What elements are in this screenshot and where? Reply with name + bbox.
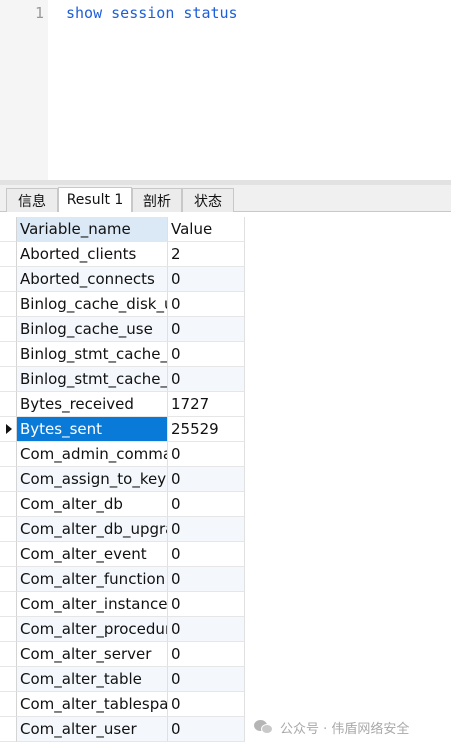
sql-query-text[interactable]: show session status bbox=[66, 4, 238, 22]
row-selector[interactable] bbox=[0, 292, 17, 317]
table-row[interactable]: Binlog_stmt_cache_disk_use0 bbox=[0, 342, 245, 367]
cell-variable-name[interactable]: Com_alter_db bbox=[17, 492, 168, 517]
row-selector[interactable] bbox=[0, 592, 17, 617]
cell-variable-name[interactable]: Binlog_stmt_cache_use bbox=[17, 367, 168, 392]
current-row-pointer-icon bbox=[6, 424, 12, 434]
cell-value[interactable]: 0 bbox=[168, 542, 245, 567]
tab-profile[interactable]: 剖析 bbox=[132, 188, 182, 212]
cell-variable-name[interactable]: Bytes_sent bbox=[17, 417, 168, 442]
row-selector[interactable] bbox=[0, 717, 17, 742]
row-selector[interactable] bbox=[0, 617, 17, 642]
table-row[interactable]: Aborted_connects 0 bbox=[0, 267, 245, 292]
row-selector[interactable] bbox=[0, 367, 17, 392]
cell-value[interactable]: 0 bbox=[168, 592, 245, 617]
cell-value[interactable]: 0 bbox=[168, 642, 245, 667]
cell-value[interactable]: 0 bbox=[168, 367, 245, 392]
row-selector[interactable] bbox=[0, 317, 17, 342]
cell-value[interactable]: 0 bbox=[168, 567, 245, 592]
table-row[interactable]: Com_alter_procedure 0 bbox=[0, 617, 245, 642]
table-row[interactable]: Com_alter_instance 0 bbox=[0, 592, 245, 617]
table-row[interactable]: Com_alter_function 0 bbox=[0, 567, 245, 592]
cell-variable-name[interactable]: Binlog_stmt_cache_disk_use bbox=[17, 342, 168, 367]
table-row[interactable]: Binlog_cache_disk_use0 bbox=[0, 292, 245, 317]
row-selector[interactable] bbox=[0, 542, 17, 567]
cell-value[interactable]: 1727 bbox=[168, 392, 245, 417]
row-selector[interactable] bbox=[0, 467, 17, 492]
row-selector[interactable] bbox=[0, 492, 17, 517]
row-selector[interactable] bbox=[0, 442, 17, 467]
cell-value[interactable]: 0 bbox=[168, 342, 245, 367]
cell-value[interactable]: 0 bbox=[168, 467, 245, 492]
row-selector[interactable] bbox=[0, 242, 17, 267]
watermark: 公众号 · 伟盾网络安全 bbox=[254, 716, 409, 738]
table-row[interactable]: Com_alter_event 0 bbox=[0, 542, 245, 567]
cell-value[interactable]: 0 bbox=[168, 717, 245, 742]
table-row[interactable]: Com_alter_server 0 bbox=[0, 642, 245, 667]
result-tab-bar: 信息 Result 1 剖析 状态 bbox=[0, 185, 451, 212]
cell-value[interactable]: 2 bbox=[168, 242, 245, 267]
cell-variable-name[interactable]: Bytes_received bbox=[17, 392, 168, 417]
cell-variable-name[interactable]: Binlog_cache_use bbox=[17, 317, 168, 342]
sql-editor[interactable]: 1 show session status bbox=[0, 0, 451, 180]
tab-status[interactable]: 状态 bbox=[182, 188, 234, 212]
cell-variable-name[interactable]: Com_alter_instance bbox=[17, 592, 168, 617]
cell-value[interactable]: 0 bbox=[168, 442, 245, 467]
cell-variable-name[interactable]: Com_alter_table bbox=[17, 667, 168, 692]
cell-variable-name[interactable]: Com_alter_db_upgrade bbox=[17, 517, 168, 542]
cell-variable-name[interactable]: Com_admin_commands bbox=[17, 442, 168, 467]
column-header-variable-name[interactable]: Variable_name bbox=[17, 217, 168, 242]
cell-variable-name[interactable]: Com_alter_procedure bbox=[17, 617, 168, 642]
cell-variable-name[interactable]: Com_alter_user bbox=[17, 717, 168, 742]
cell-value[interactable]: 0 bbox=[168, 317, 245, 342]
table-row[interactable]: Binlog_stmt_cache_use0 bbox=[0, 367, 245, 392]
cell-variable-name[interactable]: Aborted_clients bbox=[17, 242, 168, 267]
table-row[interactable]: Aborted_clients 2 bbox=[0, 242, 245, 267]
cell-value[interactable]: 0 bbox=[168, 617, 245, 642]
row-selector[interactable] bbox=[0, 267, 17, 292]
wechat-icon bbox=[254, 718, 274, 736]
line-number: 1 bbox=[34, 4, 44, 22]
column-header-value[interactable]: Value bbox=[168, 217, 245, 242]
cell-variable-name[interactable]: Com_alter_event bbox=[17, 542, 168, 567]
cell-value[interactable]: 0 bbox=[168, 267, 245, 292]
table-row[interactable]: Bytes_sent 25529 bbox=[0, 417, 245, 442]
cell-variable-name[interactable]: Com_alter_server bbox=[17, 642, 168, 667]
row-selector[interactable] bbox=[0, 567, 17, 592]
cell-value[interactable]: 0 bbox=[168, 292, 245, 317]
table-row[interactable]: Com_alter_db_upgrade0 bbox=[0, 517, 245, 542]
table-row[interactable]: Binlog_cache_use 0 bbox=[0, 317, 245, 342]
cell-value[interactable]: 0 bbox=[168, 492, 245, 517]
tab-result-1[interactable]: Result 1 bbox=[58, 187, 132, 212]
grid-header-row: Variable_name Value bbox=[0, 217, 245, 242]
row-selector[interactable] bbox=[0, 342, 17, 367]
cell-value[interactable]: 0 bbox=[168, 517, 245, 542]
cell-variable-name[interactable]: Com_assign_to_keycache bbox=[17, 467, 168, 492]
cell-value[interactable]: 0 bbox=[168, 692, 245, 717]
row-selector[interactable] bbox=[0, 642, 17, 667]
table-row[interactable]: Com_alter_tablespace0 bbox=[0, 692, 245, 717]
row-selector[interactable] bbox=[0, 667, 17, 692]
table-row[interactable]: Com_alter_table 0 bbox=[0, 667, 245, 692]
table-row[interactable]: Com_admin_commands0 bbox=[0, 442, 245, 467]
row-selector[interactable] bbox=[0, 417, 17, 442]
row-selector[interactable] bbox=[0, 692, 17, 717]
cell-variable-name[interactable]: Com_alter_function bbox=[17, 567, 168, 592]
cell-variable-name[interactable]: Com_alter_tablespace bbox=[17, 692, 168, 717]
header-corner bbox=[0, 217, 17, 242]
table-row[interactable]: Bytes_received 1727 bbox=[0, 392, 245, 417]
watermark-text: 公众号 · 伟盾网络安全 bbox=[280, 721, 410, 737]
table-row[interactable]: Com_assign_to_keycache0 bbox=[0, 467, 245, 492]
cell-variable-name[interactable]: Binlog_cache_disk_use bbox=[17, 292, 168, 317]
cell-value[interactable]: 0 bbox=[168, 667, 245, 692]
table-row[interactable]: Com_alter_user 0 bbox=[0, 717, 245, 742]
cell-variable-name[interactable]: Aborted_connects bbox=[17, 267, 168, 292]
row-selector[interactable] bbox=[0, 517, 17, 542]
cell-value[interactable]: 25529 bbox=[168, 417, 245, 442]
row-selector[interactable] bbox=[0, 392, 17, 417]
tab-info[interactable]: 信息 bbox=[6, 188, 58, 212]
line-number-gutter: 1 bbox=[0, 0, 48, 180]
table-row[interactable]: Com_alter_db 0 bbox=[0, 492, 245, 517]
